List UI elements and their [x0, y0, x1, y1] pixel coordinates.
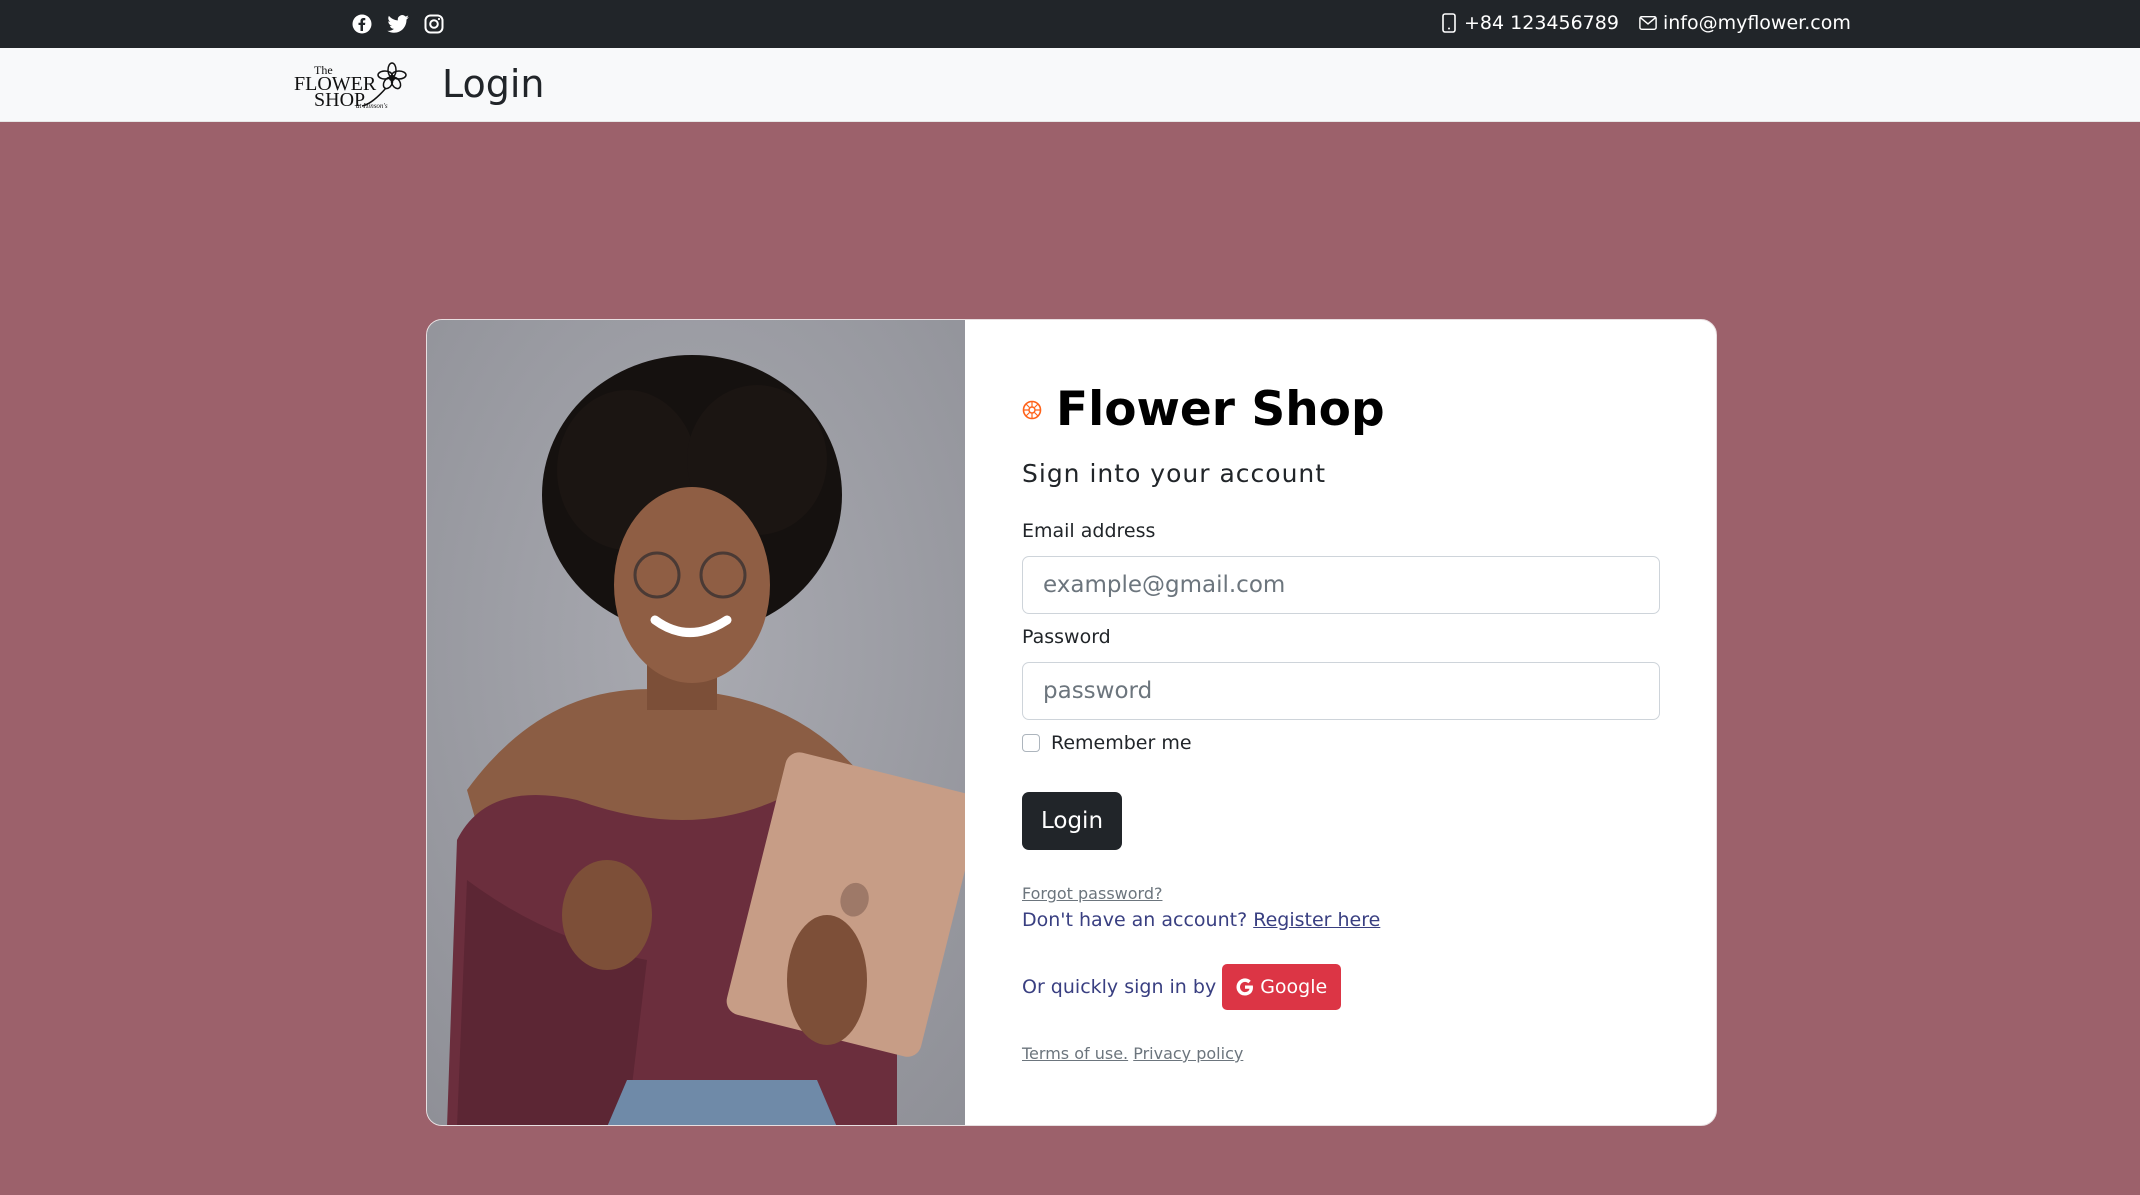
no-account-text: Don't have an account?	[1022, 909, 1248, 931]
forgot-password-link[interactable]: Forgot password?	[1022, 884, 1162, 903]
navbar: The FLOWER SHOP at Hinson's Login	[0, 48, 2140, 122]
contact-info: +84 123456789 info@myflower.com	[1440, 12, 1851, 34]
envelope-icon	[1639, 12, 1657, 34]
remember-me-label[interactable]: Remember me	[1051, 732, 1192, 754]
flower-shop-logo[interactable]: The FLOWER SHOP at Hinson's	[292, 58, 414, 112]
phone-icon	[1440, 12, 1458, 34]
google-signin-button[interactable]: Google	[1222, 964, 1342, 1010]
email-input[interactable]	[1022, 556, 1660, 614]
brand-name: Flower Shop	[1056, 382, 1385, 437]
google-icon	[1236, 978, 1254, 996]
facebook-icon[interactable]	[350, 12, 374, 36]
cubes-icon	[1022, 400, 1042, 420]
brand-heading: Flower Shop	[1022, 380, 1385, 440]
phone-number[interactable]: +84 123456789	[1464, 12, 1619, 34]
legal-links: Terms of use. Privacy policy	[1022, 1044, 1243, 1063]
quick-signin: Or quickly sign in by Google	[1022, 964, 1342, 1010]
password-label: Password	[1022, 626, 1111, 648]
twitter-icon[interactable]	[386, 12, 410, 36]
login-photo	[427, 320, 965, 1125]
register-link[interactable]: Register here	[1253, 909, 1380, 931]
login-button[interactable]: Login	[1022, 792, 1122, 850]
login-form: Flower Shop Sign into your account Email…	[1022, 320, 1662, 1125]
svg-text:at Hinson's: at Hinson's	[356, 102, 388, 110]
terms-link[interactable]: Terms of use.	[1022, 1044, 1128, 1063]
quick-signin-text: Or quickly sign in by	[1022, 976, 1217, 998]
register-prompt: Don't have an account? Register here	[1022, 909, 1380, 931]
remember-me[interactable]: Remember me	[1022, 732, 1192, 754]
top-bar: +84 123456789 info@myflower.com	[0, 0, 2140, 48]
sign-in-subtitle: Sign into your account	[1022, 459, 1327, 488]
email-label: Email address	[1022, 520, 1156, 542]
email-address[interactable]: info@myflower.com	[1663, 12, 1851, 34]
remember-me-checkbox[interactable]	[1022, 734, 1040, 752]
password-input[interactable]	[1022, 662, 1660, 720]
page-title: Login	[442, 62, 545, 106]
privacy-link[interactable]: Privacy policy	[1133, 1044, 1243, 1063]
instagram-icon[interactable]	[422, 12, 446, 36]
google-button-label[interactable]: Google	[1260, 976, 1327, 998]
social-links	[350, 12, 446, 36]
login-card: Flower Shop Sign into your account Email…	[426, 319, 1717, 1126]
